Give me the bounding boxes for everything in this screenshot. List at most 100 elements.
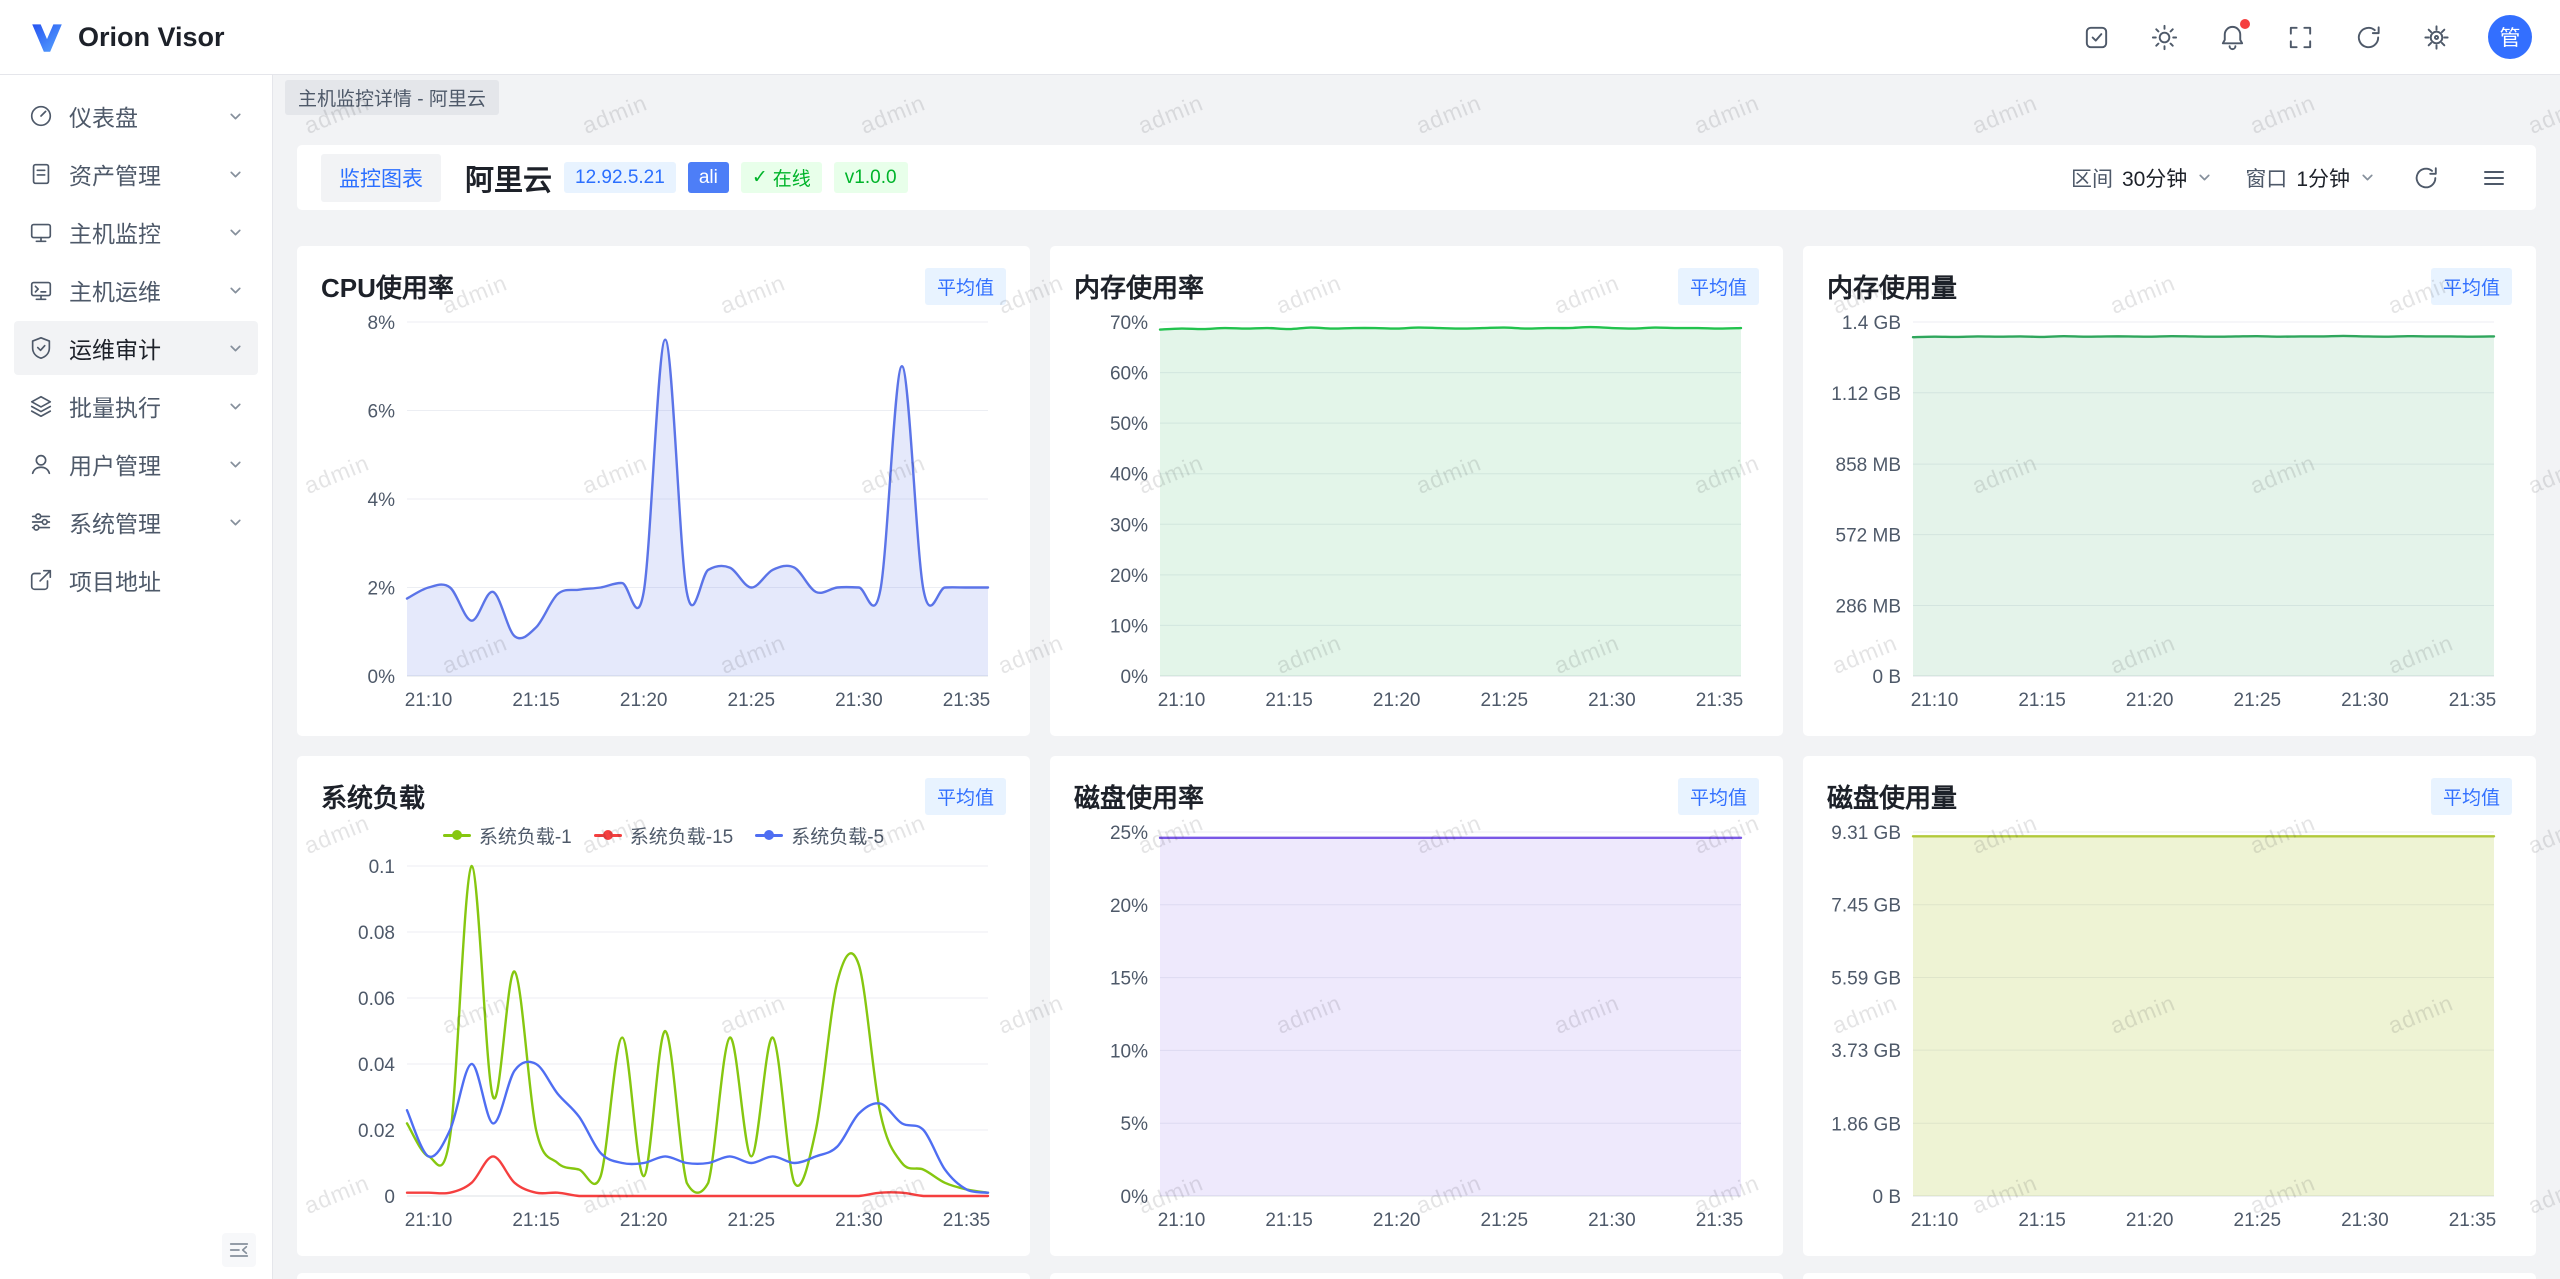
svg-text:21:25: 21:25	[728, 690, 776, 711]
notifications-button[interactable]	[2216, 21, 2248, 53]
svg-text:0: 0	[384, 1187, 395, 1208]
sidebar-item-project-url[interactable]: 项目地址	[14, 553, 258, 607]
svg-text:0%: 0%	[1121, 667, 1149, 688]
svg-text:21:30: 21:30	[2341, 690, 2389, 711]
theme-toggle-button[interactable]	[2148, 21, 2180, 53]
breadcrumb[interactable]: 主机监控详情 - 阿里云	[285, 80, 499, 115]
fullscreen-icon	[2286, 23, 2315, 52]
svg-text:858 MB: 858 MB	[1836, 455, 1901, 476]
chevron-down-icon	[227, 456, 244, 473]
chart-title: CPU使用率	[321, 268, 454, 305]
chart-list-button[interactable]	[2476, 160, 2512, 196]
chart-title: 系统负载	[321, 778, 425, 815]
top-navbar: Orion Visor	[0, 0, 2560, 75]
svg-text:21:10: 21:10	[405, 1210, 453, 1231]
legend-marker	[443, 834, 471, 837]
sidebar-item-label: 系统管理	[69, 505, 227, 539]
host-name: 阿里云	[465, 157, 552, 199]
svg-text:21:30: 21:30	[835, 690, 883, 711]
svg-text:21:35: 21:35	[2449, 690, 2497, 711]
legend-item[interactable]: 系统负载-5	[755, 822, 884, 849]
svg-text:25%: 25%	[1110, 823, 1148, 844]
logo-icon	[28, 18, 66, 56]
chart-title: 磁盘使用率	[1074, 778, 1204, 815]
gear-icon	[2422, 23, 2451, 52]
average-badge: 平均值	[925, 268, 1006, 305]
notification-badge	[2240, 19, 2250, 29]
chart-card-disk-amount: 磁盘使用量 平均值 0 B1.86 GB3.73 GB5.59 GB7.45 G…	[1803, 756, 2536, 1256]
svg-text:6%: 6%	[368, 402, 396, 423]
fullscreen-button[interactable]	[2284, 21, 2316, 53]
sidebar-item-assets[interactable]: 资产管理	[14, 147, 258, 201]
navbar-actions: 管	[2080, 15, 2532, 59]
sidebar-item-label: 运维审计	[69, 331, 227, 365]
svg-text:21:10: 21:10	[1911, 690, 1959, 711]
host-toolbar: 监控图表 阿里云 12.92.5.21 ali ✓在线 v1.0.0 区间 30…	[297, 145, 2536, 210]
avatar[interactable]: 管	[2488, 15, 2532, 59]
window-select[interactable]: 窗口 1分钟	[2245, 163, 2376, 193]
app-root: Orion Visor	[0, 0, 2560, 1279]
agent-version-tag: v1.0.0	[834, 162, 908, 193]
sidebar-item-ops-audit[interactable]: 运维审计	[14, 321, 258, 375]
brand-name: Orion Visor	[78, 22, 225, 53]
svg-text:60%: 60%	[1110, 364, 1148, 385]
legend-item[interactable]: 系统负载-15	[594, 822, 733, 849]
chart-card-system-load: 系统负载 平均值 系统负载-1系统负载-15系统负载-5 00.020.040.…	[297, 756, 1030, 1256]
sidebar-item-batch-exec[interactable]: 批量执行	[14, 379, 258, 433]
sun-icon	[2150, 23, 2179, 52]
host-code-tag: ali	[688, 162, 729, 193]
sidebar-item-host-ops[interactable]: 主机运维	[14, 263, 258, 317]
refresh-charts-button[interactable]	[2408, 160, 2444, 196]
sidebar-item-system[interactable]: 系统管理	[14, 495, 258, 549]
monitor-chart-button[interactable]: 监控图表	[321, 154, 441, 202]
sidebar-item-label: 用户管理	[69, 447, 227, 481]
sidebar-item-dashboard[interactable]: 仪表盘	[14, 89, 258, 143]
svg-text:21:20: 21:20	[1373, 1210, 1421, 1231]
interval-select[interactable]: 区间 30分钟	[2071, 163, 2213, 193]
svg-text:0%: 0%	[368, 667, 396, 688]
svg-text:7.45 GB: 7.45 GB	[1831, 896, 1901, 917]
chevron-down-icon	[227, 398, 244, 415]
average-badge: 平均值	[1678, 778, 1759, 815]
main-content: adminadminadminadminadminadminadminadmin…	[273, 75, 2560, 1279]
shield-icon	[28, 335, 54, 361]
dashboard-gauge-icon	[28, 103, 54, 129]
svg-text:21:30: 21:30	[1588, 1210, 1636, 1231]
chevron-down-icon	[2196, 169, 2213, 186]
svg-text:8%: 8%	[368, 313, 396, 334]
layers-icon	[28, 393, 54, 419]
svg-text:21:30: 21:30	[835, 1210, 883, 1231]
svg-text:0 B: 0 B	[1872, 1187, 1901, 1208]
settings-button[interactable]	[2420, 21, 2452, 53]
svg-text:1.86 GB: 1.86 GB	[1831, 1114, 1901, 1135]
svg-text:21:25: 21:25	[1481, 1210, 1529, 1231]
sidebar-item-host-monitor[interactable]: 主机监控	[14, 205, 258, 259]
check-square-button[interactable]	[2080, 21, 2112, 53]
chevron-down-icon	[227, 166, 244, 183]
svg-text:21:15: 21:15	[2018, 690, 2066, 711]
svg-text:21:35: 21:35	[1696, 690, 1744, 711]
terminal-monitor-icon	[28, 277, 54, 303]
svg-text:21:35: 21:35	[2449, 1210, 2497, 1231]
chart-card-partial	[297, 1273, 1030, 1279]
legend-item[interactable]: 系统负载-1	[443, 822, 572, 849]
chevron-down-icon	[2359, 169, 2376, 186]
chevron-down-icon	[227, 224, 244, 241]
chart-card-disk-percent: 磁盘使用率 平均值 0%5%10%15%20%25%21:1021:1521:2…	[1050, 756, 1783, 1256]
chart-title: 内存使用率	[1074, 268, 1204, 305]
svg-text:21:30: 21:30	[1588, 690, 1636, 711]
check-icon: ✓	[752, 166, 768, 189]
svg-text:0.08: 0.08	[358, 923, 395, 944]
host-status-tag: ✓在线	[741, 162, 822, 193]
cpu-usage-chart: 0%2%4%6%8%21:1021:1521:2021:2521:3021:35	[321, 308, 1006, 718]
svg-text:21:10: 21:10	[1158, 690, 1206, 711]
sidebar-item-label: 仪表盘	[69, 99, 227, 133]
collapse-sidebar-button[interactable]	[222, 1233, 256, 1267]
menu-icon	[2481, 165, 2507, 191]
svg-text:21:10: 21:10	[1158, 1210, 1206, 1231]
refresh-button[interactable]	[2352, 21, 2384, 53]
brand[interactable]: Orion Visor	[28, 18, 225, 56]
sidebar-item-users[interactable]: 用户管理	[14, 437, 258, 491]
book-icon	[28, 161, 54, 187]
chevron-down-icon	[227, 340, 244, 357]
